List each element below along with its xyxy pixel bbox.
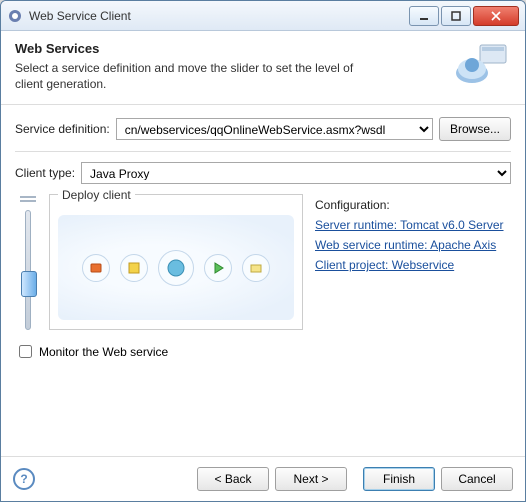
deploy-legend: Deploy client [58, 188, 135, 202]
configuration-title: Configuration: [315, 198, 511, 212]
diagram-node-icon [120, 254, 148, 282]
service-definition-label: Service definition: [15, 122, 110, 136]
slider-tick [20, 200, 36, 202]
monitor-row: Monitor the Web service [15, 342, 511, 361]
wizard-body: Service definition: cn/webservices/qqOnl… [1, 105, 525, 373]
slider-tick [20, 196, 36, 198]
browse-button[interactable]: Browse... [439, 117, 511, 141]
next-button[interactable]: Next > [275, 467, 347, 491]
diagram-node-icon [158, 250, 194, 286]
webservice-runtime-link[interactable]: Web service runtime: Apache Axis [315, 238, 511, 252]
finish-button[interactable]: Finish [363, 467, 435, 491]
monitor-checkbox[interactable] [19, 345, 32, 358]
back-button[interactable]: < Back [197, 467, 269, 491]
minimize-button[interactable] [409, 6, 439, 26]
wizard-footer: ? < Back Next > Finish Cancel [1, 456, 525, 501]
app-icon [7, 8, 23, 24]
deploy-fieldset: Deploy client [49, 194, 303, 330]
slider-thumb[interactable] [21, 271, 37, 297]
slider-track[interactable] [25, 210, 31, 330]
monitor-label: Monitor the Web service [39, 345, 168, 359]
titlebar[interactable]: Web Service Client [1, 1, 525, 31]
help-icon[interactable]: ? [13, 468, 35, 490]
cancel-button[interactable]: Cancel [441, 467, 513, 491]
service-definition-combo[interactable]: cn/webservices/qqOnlineWebService.asmx?w… [116, 118, 433, 140]
maximize-button[interactable] [441, 6, 471, 26]
mid-section: Deploy client Configuration: Server runt… [15, 194, 511, 330]
page-title: Web Services [15, 41, 451, 56]
close-button[interactable] [473, 6, 519, 26]
service-definition-row: Service definition: cn/webservices/qqOnl… [15, 117, 511, 141]
window-title: Web Service Client [29, 9, 409, 23]
client-type-row: Client type: Java Proxy [15, 162, 511, 184]
client-type-combo[interactable]: Java Proxy [81, 162, 511, 184]
diagram-node-icon [242, 254, 270, 282]
diagram-node-icon [82, 254, 110, 282]
wizard-banner-icon [451, 41, 511, 91]
client-project-link[interactable]: Client project: Webservice [315, 258, 511, 272]
client-type-label: Client type: [15, 166, 75, 180]
separator [15, 151, 511, 152]
configuration-panel: Configuration: Server runtime: Tomcat v6… [311, 194, 511, 330]
server-runtime-link[interactable]: Server runtime: Tomcat v6.0 Server [315, 218, 511, 232]
page-subtitle: Select a service definition and move the… [15, 60, 375, 92]
window-buttons [409, 6, 519, 26]
generation-slider[interactable] [15, 194, 41, 330]
dialog-window: Web Service Client Web Services Select a… [0, 0, 526, 502]
diagram-node-icon [204, 254, 232, 282]
deploy-diagram [58, 215, 294, 320]
wizard-header: Web Services Select a service definition… [1, 31, 525, 105]
